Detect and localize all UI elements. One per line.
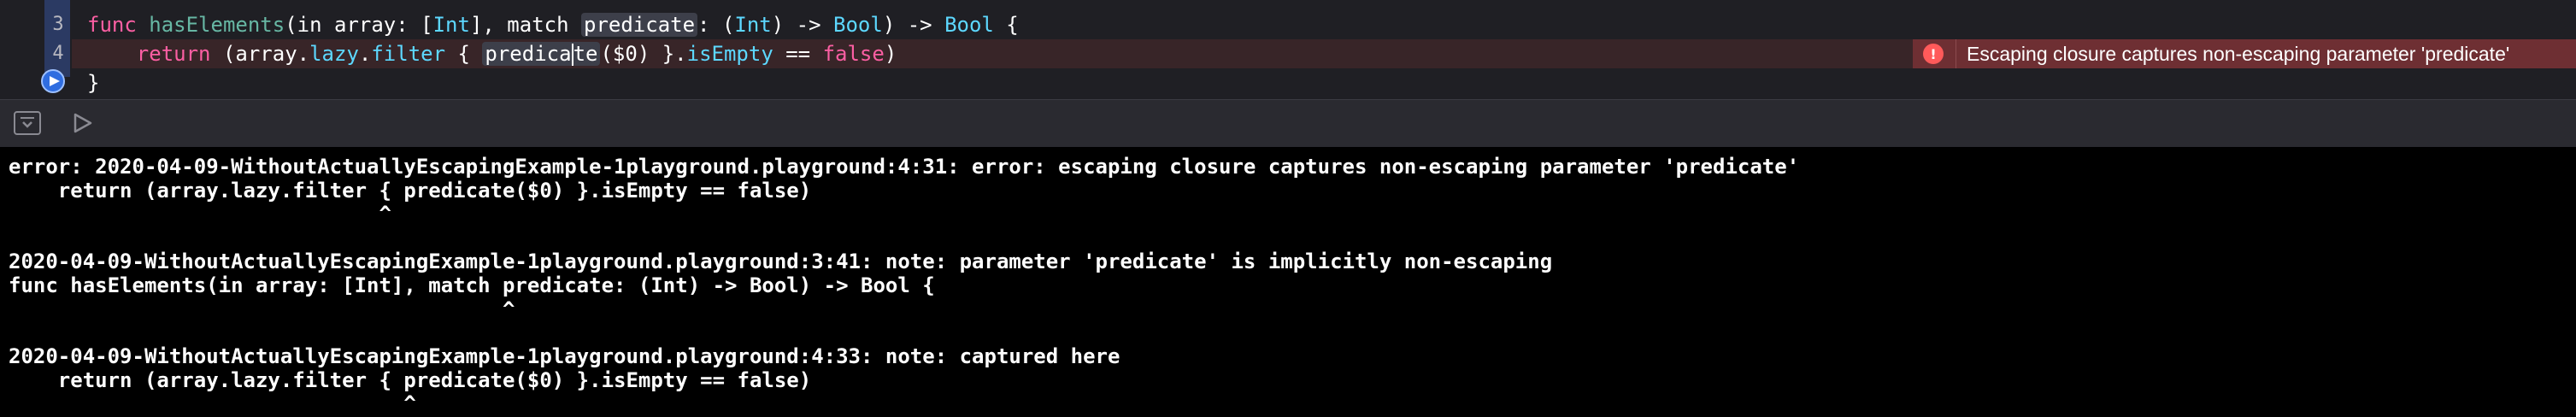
hide-debug-area-icon: [21, 117, 34, 128]
type-int: Int: [734, 13, 772, 37]
debug-toolbar: [0, 99, 2576, 148]
play-icon: [74, 113, 92, 133]
highlighted-parameter: predicate: [581, 13, 698, 37]
property-lazy: lazy: [309, 42, 359, 66]
type-bool: Bool: [944, 13, 994, 37]
code-text: : (: [697, 13, 735, 37]
code-text: ], match: [469, 13, 581, 37]
keyword-func: func: [87, 13, 137, 37]
console-line: ^: [9, 202, 391, 226]
error-icon: !: [1923, 44, 1944, 64]
run-line-button[interactable]: [41, 69, 65, 93]
code-editor[interactable]: 2 3 4 func hasElements(in array: [Int], …: [0, 0, 2576, 97]
line-number-3: 3: [52, 14, 64, 35]
console-line: func hasElements(in array: [Int], match …: [9, 273, 935, 297]
code-text: ) ->: [882, 13, 945, 37]
line-number-4: 4: [52, 43, 64, 64]
keyword-false: false: [822, 42, 885, 66]
code-line-5[interactable]: }: [87, 68, 99, 97]
code-text: ($0) }.: [600, 42, 687, 66]
error-message: Escaping closure captures non-escaping p…: [1967, 42, 2510, 65]
code-text: {: [445, 42, 483, 66]
inline-error-badge[interactable]: ! Escaping closure captures non-escaping…: [1913, 39, 2576, 68]
type-bool: Bool: [833, 13, 883, 37]
method-filter: filter: [371, 42, 446, 66]
code-text: {: [993, 13, 1019, 37]
console-line: return (array.lazy.filter { predicate($0…: [9, 368, 812, 392]
console-line: ^: [9, 297, 515, 321]
keyword-return: return: [136, 42, 211, 66]
highlighted-parameter-usage: predicate: [482, 42, 601, 66]
console-line: ^: [9, 391, 416, 415]
code-text: ) ->: [771, 13, 834, 37]
code-text: }: [87, 71, 100, 95]
code-text: .: [358, 42, 372, 66]
code-line-4[interactable]: return (array.lazy.filter { predicate ($0…: [87, 39, 897, 68]
code-line-3[interactable]: func hasElements(in array: [Int], match …: [87, 10, 1019, 39]
console-line: error: 2020-04-09-WithoutActuallyEscapin…: [9, 155, 1800, 179]
run-playground-button[interactable]: [70, 111, 97, 135]
property-isempty: isEmpty: [686, 42, 773, 66]
code-text: ==: [773, 42, 823, 66]
console-line: 2020-04-09-WithoutActuallyEscapingExampl…: [9, 344, 1120, 368]
play-icon: [50, 76, 60, 86]
hide-debug-area-button[interactable]: [14, 111, 41, 135]
function-name: hasElements: [149, 13, 285, 37]
console-line: return (array.lazy.filter { predicate($0…: [9, 179, 812, 203]
console-output[interactable]: error: 2020-04-09-WithoutActuallyEscapin…: [0, 147, 2576, 417]
code-text: predica: [485, 42, 572, 66]
code-text: te: [573, 42, 598, 66]
console-line: 2020-04-09-WithoutActuallyEscapingExampl…: [9, 250, 1553, 273]
code-text: (array.: [210, 42, 310, 66]
line-gutter: 2 3 4: [0, 0, 72, 97]
code-text: ): [884, 42, 897, 66]
type-int: Int: [432, 13, 470, 37]
line-number-2: 2: [48, 0, 68, 9]
code-text: (in array: [: [285, 13, 433, 37]
